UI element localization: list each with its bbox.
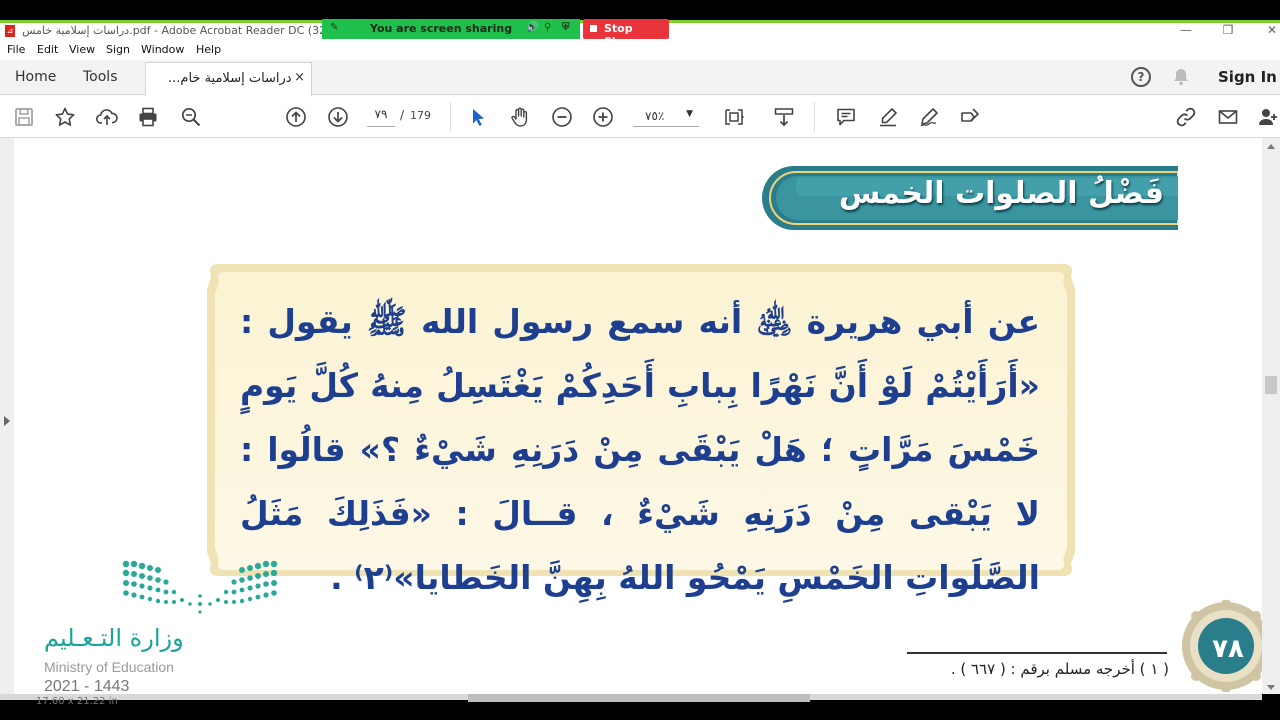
footnote-divider	[907, 652, 1167, 654]
acrobat-window: ⊿ دراسات إسلامية خامس.pdf - Adobe Acroba…	[0, 0, 1280, 720]
stop-share-button[interactable]: Stop Share	[583, 19, 669, 48]
scroll-mode-icon[interactable]	[772, 105, 796, 129]
minimize-button[interactable]: —	[1176, 23, 1196, 37]
fill-sign-icon[interactable]	[958, 105, 982, 129]
page-fit-icon[interactable]	[722, 105, 746, 129]
menu-file[interactable]: File	[7, 43, 25, 56]
mic-icon[interactable]: ⚲	[544, 22, 551, 33]
menu-sign[interactable]: Sign	[106, 43, 130, 56]
toolbar-divider	[814, 102, 815, 132]
share-drag-icon: ✎	[330, 22, 339, 33]
sign-in-button[interactable]: Sign In	[1218, 68, 1277, 86]
highlight-pen-icon[interactable]	[876, 105, 900, 129]
help-icon[interactable]: ?	[1131, 67, 1151, 87]
menu-view[interactable]: View	[69, 43, 95, 56]
notification-bell-icon[interactable]	[1171, 67, 1191, 87]
prev-page-icon[interactable]	[284, 105, 308, 129]
zoom-level-select[interactable]: ٧٥٪ ▼	[633, 107, 699, 127]
page-number-input[interactable]: ٧٩	[367, 107, 395, 127]
audio-icon[interactable]: 🔊	[526, 22, 538, 33]
vertical-scrollbar[interactable]	[1262, 138, 1280, 694]
toolbar: ٧٩ / 179 ٧٥٪ ▼	[0, 96, 1280, 138]
search-zoom-icon[interactable]	[179, 105, 203, 129]
link-icon[interactable]	[1174, 105, 1198, 129]
tab-bar: Home Tools دراسات إسلامية خام... × ? Sig…	[0, 60, 1280, 96]
add-user-icon[interactable]	[1256, 105, 1280, 129]
restore-button[interactable]: ❐	[1218, 23, 1238, 37]
left-panel-toggle[interactable]	[0, 138, 14, 694]
status-bar: 17.60 x 21.22 in	[0, 694, 1280, 720]
save-icon[interactable]	[12, 105, 36, 129]
window-title: دراسات إسلامية خامس.pdf - Adobe Acrobat …	[22, 24, 322, 37]
mail-icon[interactable]	[1216, 105, 1240, 129]
scrollbar-thumb[interactable]	[1265, 376, 1277, 394]
scroll-up-icon[interactable]	[1267, 144, 1275, 149]
tab-document[interactable]: دراسات إسلامية خام... ×	[145, 62, 312, 96]
shield-icon: ⛨	[562, 22, 570, 33]
select-cursor-icon[interactable]	[466, 105, 490, 129]
page-total: 179	[410, 109, 431, 122]
screen-share-banner: ✎ You are screen sharing 🔊 ⚲ ⛨	[322, 19, 580, 39]
section-title: فَضْلُ الصلوات الخمس	[838, 176, 1164, 211]
upload-cloud-icon[interactable]	[95, 105, 119, 129]
comment-icon[interactable]	[834, 105, 858, 129]
menu-edit[interactable]: Edit	[37, 43, 58, 56]
close-window-button[interactable]: ✕	[1262, 23, 1280, 37]
hadith-text: عن أبي هريرة ﵁ أنه سمع رسول الله ﷺ يقول …	[240, 302, 1040, 597]
pdf-page: فَضْلُ الصلوات الخمس عن أبي هريرة ﵁ أنه …	[14, 138, 1262, 694]
zoom-in-icon[interactable]	[591, 105, 615, 129]
next-page-icon[interactable]	[326, 105, 350, 129]
tab-home[interactable]: Home	[15, 69, 56, 85]
footnote: ( ١ ) أخرجه مسلم برقم : ( ٦٦٧ ) .	[950, 660, 1169, 678]
acrobat-icon: ⊿	[5, 25, 15, 37]
ministry-name-english: Ministry of Education	[44, 659, 174, 675]
document-tab-label: دراسات إسلامية خام...	[168, 71, 292, 86]
page-number: ٧٨	[1212, 634, 1244, 664]
expand-panel-icon	[4, 416, 10, 426]
bookmark-star-icon[interactable]	[53, 105, 77, 129]
tab-tools[interactable]: Tools	[83, 69, 118, 85]
sign-icon[interactable]	[917, 105, 941, 129]
print-icon[interactable]	[136, 105, 160, 129]
chevron-down-icon: ▼	[686, 109, 693, 119]
close-tab-button[interactable]: ×	[294, 70, 305, 85]
page-separator: /	[400, 108, 405, 122]
scroll-down-icon[interactable]	[1267, 685, 1275, 690]
menu-window[interactable]: Window	[141, 43, 184, 56]
zoom-level-value: ٧٥٪	[645, 109, 665, 123]
screen-share-status: You are screen sharing	[370, 22, 513, 35]
top-black-bar	[0, 0, 1280, 20]
stop-icon	[590, 25, 597, 32]
menu-help[interactable]: Help	[196, 43, 221, 56]
toolbar-divider	[450, 102, 451, 132]
ministry-year: 2021 - 1443	[44, 678, 130, 694]
floating-page-controls[interactable]	[468, 694, 810, 702]
ministry-name-arabic: وزارة التـعـليم	[44, 624, 184, 652]
page-size-readout: 17.60 x 21.22 in	[36, 696, 118, 707]
menu-bar: File Edit View Sign Window Help	[0, 40, 1280, 60]
zoom-out-icon[interactable]	[550, 105, 574, 129]
hand-tool-icon[interactable]	[508, 105, 532, 129]
